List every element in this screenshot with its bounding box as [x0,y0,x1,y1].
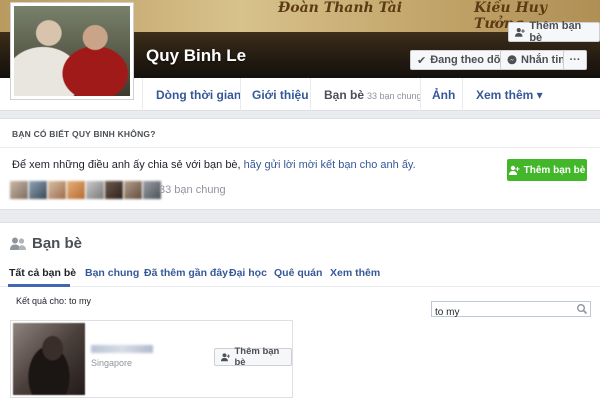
person-plus-icon [221,353,231,362]
friend-photo[interactable] [13,323,85,395]
check-icon: ✔ [417,54,427,67]
mutual-avatar[interactable] [124,181,142,199]
mutual-avatar[interactable] [86,181,104,199]
mutual-friends-count[interactable]: 33 bạn chung [159,184,226,196]
mutual-avatar[interactable] [105,181,123,199]
message-label: Nhắn tin [521,54,565,66]
tab-see-more[interactable]: Xem thêm [330,267,380,279]
search-icon[interactable] [576,303,588,315]
tab-recently-added[interactable]: Đã thêm gần đây [144,267,228,279]
suggestion-text-link[interactable]: hãy gửi lời mời kết bạn cho anh ấy. [244,159,416,171]
nav-divider [310,78,311,111]
mutual-avatar[interactable] [29,181,47,199]
avatar-image [14,6,130,96]
friends-section: Bạn bè Tất cả bạn bè Bạn chung Đã thêm g… [0,222,600,405]
mutual-avatar[interactable] [48,181,66,199]
add-friend-button-green[interactable]: Thêm bạn bè [507,159,587,181]
tab-about[interactable]: Giới thiệu [252,88,309,102]
mutual-avatar[interactable] [10,181,28,199]
messenger-icon [507,55,517,65]
profile-name[interactable]: Quy Binh Le [146,46,246,66]
friend-suggestion-card: BẠN CÓ BIẾT QUY BINH KHÔNG? Để xem những… [0,118,600,210]
divider [0,147,600,148]
profile-avatar[interactable] [10,2,134,100]
friends-search-box[interactable] [431,301,591,320]
more-dots-icon: ··· [569,54,581,66]
mutual-avatar[interactable] [67,181,85,199]
person-plus-icon [508,165,520,175]
active-tab-indicator [8,284,70,287]
tab-friends-mutual: 33 bạn chung [367,91,422,101]
friend-name-blurred[interactable] [91,345,153,353]
friend-result-card: Singapore Thêm bạn bè [10,320,293,398]
friends-search-input[interactable] [432,305,572,320]
suggestion-title: BẠN CÓ BIẾT QUY BINH KHÔNG? [12,129,156,139]
following-label: Đang theo dõi [430,54,504,66]
suggestion-text: Để xem những điều anh ấy chia sẻ với bạn… [12,159,416,171]
more-options-button[interactable]: ··· [563,50,587,70]
suggestion-text-plain: Để xem những điều anh ấy chia sẻ với bạn… [12,159,241,171]
tab-friends[interactable]: Bạn bè 33 bạn chung [324,88,422,102]
message-button[interactable]: Nhắn tin [500,50,572,70]
add-friend-button-card[interactable]: Thêm bạn bè [214,346,292,368]
add-friend-green-label: Thêm bạn bè [523,164,586,176]
search-results-label: Kết quả cho: to my [16,296,92,306]
nav-divider [240,78,241,111]
cover-name-1: Đoàn Thanh Tài [278,0,403,16]
mutual-friends-avatars[interactable] [10,181,162,199]
friends-tabs: Tất cả bạn bè Bạn chung Đã thêm gần đây … [0,261,600,320]
tab-university[interactable]: Đại học [229,267,267,279]
add-friend-label: Thêm bạn bè [529,20,582,44]
friends-title: Bạn bè [32,235,83,252]
nav-divider [462,78,463,111]
two-people-icon [10,237,26,250]
add-friend-button-header[interactable]: Thêm bạn bè [508,20,600,44]
tab-timeline[interactable]: Dòng thời gian [156,88,241,102]
tab-mutual-friends[interactable]: Bạn chung [85,267,139,279]
add-friend-card-label: Thêm bạn bè [234,346,280,368]
nav-divider [420,78,421,111]
tab-hometown[interactable]: Quê quán [274,267,322,279]
tab-all-friends[interactable]: Tất cả bạn bè [9,267,76,279]
nav-divider [142,78,143,111]
tab-more[interactable]: Xem thêm ▾ [476,88,543,102]
friend-location: Singapore [91,358,133,368]
friends-header: Bạn bè [10,235,82,252]
tab-photos[interactable]: Ảnh [432,88,455,102]
person-plus-icon [515,28,525,37]
tab-friends-label: Bạn bè [324,88,365,102]
